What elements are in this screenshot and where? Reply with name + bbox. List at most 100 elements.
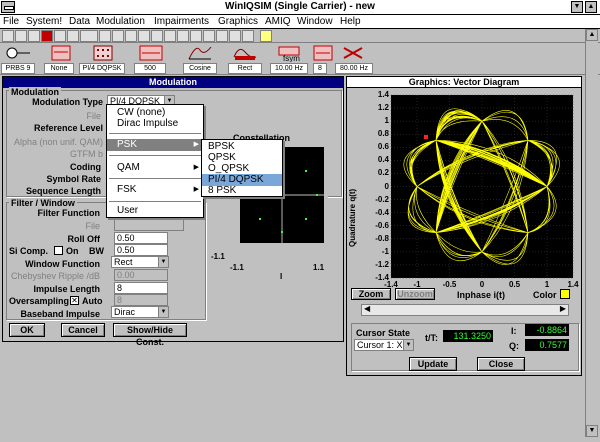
i-value: -0.8864 [525, 324, 569, 336]
maximize-icon[interactable]: ▲ [585, 1, 597, 13]
oversampling-icon[interactable] [310, 44, 338, 62]
y-tick-label: 0.8 [377, 129, 389, 139]
window-function-select[interactable]: Rect ▼ [111, 256, 169, 268]
minimize-icon[interactable]: ▼ [571, 1, 583, 13]
cursor-select[interactable]: Cursor 1: X ▼ [354, 339, 414, 351]
window-function-value: Rect [228, 63, 262, 74]
modulation-type-dropdown: CW (none) Dirac Impulse PSK ▶ QAM ▶ FSK ▶ U… [106, 104, 204, 218]
dropdown-item-dirac[interactable]: Dirac Impulse [107, 118, 203, 130]
chevron-down-icon: ▼ [158, 257, 168, 267]
y-tick-label: 1 [384, 116, 389, 126]
symbol-rate-icon[interactable]: fsym [275, 44, 303, 63]
ccdf-icon[interactable] [229, 30, 241, 42]
menu-impairments[interactable]: Impairments [154, 16, 209, 27]
impulse-length-field[interactable]: 8 [114, 282, 168, 294]
wave-icon[interactable] [151, 30, 163, 42]
auto-label: Auto [82, 296, 103, 306]
menu-graphics[interactable]: Graphics [218, 16, 258, 27]
sequence-length-icon[interactable] [137, 44, 165, 62]
new-icon[interactable] [2, 30, 14, 42]
toolbar [0, 29, 600, 43]
dropdown-item-fsk[interactable]: FSK ▶ [107, 184, 203, 196]
save-icon[interactable] [28, 30, 40, 42]
clock-value: 80.00 Hz [335, 63, 373, 74]
clock-icon[interactable] [340, 44, 368, 62]
cursor-state-label: Cursor State [356, 328, 411, 338]
modulation-icon[interactable] [80, 30, 98, 42]
bw-label: BW [89, 246, 104, 256]
submenu-item-8psk[interactable]: 8 PSK [202, 185, 282, 197]
grid-icon[interactable] [99, 30, 111, 42]
baseband-impulse-select[interactable]: Dirac ▼ [111, 306, 169, 318]
y-tick-label: -0.6 [375, 220, 389, 230]
dropdown-item-qam[interactable]: QAM ▶ [107, 162, 203, 174]
ok-button[interactable]: OK [9, 323, 45, 337]
menu-system[interactable]: System! [26, 16, 62, 27]
data-source-icon[interactable] [4, 44, 32, 62]
si-comp-label: Si Comp. [9, 246, 49, 256]
scroll-left-icon[interactable]: ◀ [364, 304, 370, 313]
symbol-rate-label: Symbol Rate [46, 174, 101, 184]
y-tick-label: -1.2 [375, 259, 389, 269]
help-icon[interactable] [260, 30, 272, 42]
chevron-down-icon: ▼ [158, 307, 168, 317]
coding-icon[interactable] [48, 44, 76, 62]
vector-icon[interactable] [190, 30, 202, 42]
y-tick-label: 0.4 [377, 155, 389, 165]
amiq-icon[interactable] [242, 30, 254, 42]
chart-icon[interactable] [125, 30, 137, 42]
vertical-scrollbar[interactable]: ▲ ▼ [585, 29, 598, 437]
scroll-down-icon[interactable]: ▼ [586, 425, 598, 437]
data-icon[interactable] [67, 30, 79, 42]
window-function-icon[interactable] [231, 44, 259, 62]
menu-file[interactable]: File [3, 16, 19, 27]
filter-value: Cosine [183, 63, 217, 74]
spectrum-icon[interactable] [203, 30, 215, 42]
modulation-type-icon[interactable] [90, 44, 118, 62]
show-hide-constellation-button[interactable]: Show/Hide Const. [113, 323, 187, 347]
y-tick-label: 0 [384, 181, 389, 191]
svg-text:fsym: fsym [283, 54, 300, 62]
horizontal-scrollbar[interactable]: ◀ ▶ [361, 304, 569, 316]
eye-icon[interactable] [216, 30, 228, 42]
open-icon[interactable] [15, 30, 27, 42]
filter-icon[interactable] [186, 44, 214, 62]
menu-window[interactable]: Window [297, 16, 333, 27]
zoom-button[interactable]: Zoom [351, 288, 391, 300]
dropdown-separator [109, 155, 201, 156]
const-y-bottom-tick: -1.1 [211, 252, 225, 261]
dropdown-item-qam-label: QAM [117, 162, 140, 173]
sequence-icon[interactable] [138, 30, 150, 42]
graphics-title: Graphics: Vector Diagram [347, 77, 581, 88]
unzoom-button: Unzoom [395, 288, 435, 300]
record-icon[interactable] [41, 30, 53, 42]
arrow-icon[interactable] [177, 30, 189, 42]
dropdown-item-psk[interactable]: PSK ▶ [107, 139, 203, 151]
scroll-up-icon[interactable]: ▲ [586, 29, 598, 41]
roll-off-field[interactable]: 0.50 [114, 232, 168, 244]
x-tick-label: -0.5 [442, 280, 457, 289]
filter-icon[interactable] [112, 30, 124, 42]
menu-modulation[interactable]: Modulation [96, 16, 145, 27]
q-label: Q: [509, 341, 519, 351]
graphics-window: Graphics: Vector Diagram Quadrature q(t)… [346, 76, 582, 376]
dropdown-item-user[interactable]: User [107, 205, 203, 217]
file2-label: File [85, 221, 100, 231]
close-button[interactable]: Close [477, 357, 525, 371]
auto-checkbox[interactable]: ✕ [70, 296, 79, 305]
si-comp-on-checkbox[interactable] [54, 246, 63, 255]
roll-off-label: Roll Off [67, 234, 101, 244]
bw-field[interactable]: 0.50 [114, 244, 168, 256]
menu-help[interactable]: Help [340, 16, 361, 27]
filter-window-group-label: Filter / Window [9, 198, 77, 208]
file-label: File [86, 111, 101, 121]
menu-amiq[interactable]: AMIQ [265, 16, 291, 27]
impairment-icon[interactable] [164, 30, 176, 42]
scroll-right-icon[interactable]: ▶ [560, 304, 566, 313]
cancel-button[interactable]: Cancel [61, 323, 105, 337]
baseband-impulse-select-value: Dirac [114, 307, 136, 317]
trace-color-swatch[interactable] [560, 289, 570, 299]
menu-data[interactable]: Data [69, 16, 90, 27]
update-button[interactable]: Update [409, 357, 457, 371]
print-icon[interactable] [54, 30, 66, 42]
